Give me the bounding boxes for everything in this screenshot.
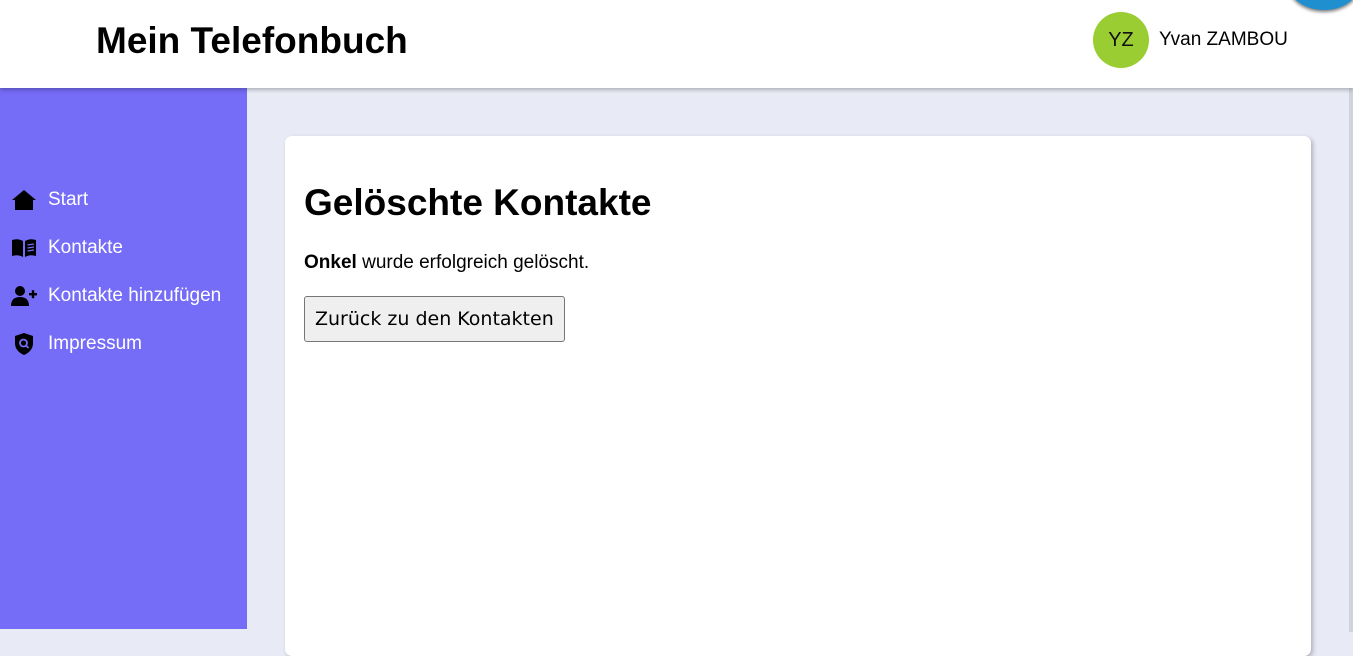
address-book-icon [11, 236, 37, 260]
content-card: Gelöschte Kontakte Onkel wurde erfolgrei… [285, 136, 1311, 656]
sidebar-item-label: Kontakte hinzufügen [48, 285, 222, 306]
user-profile[interactable]: YZ Yvan ZAMBOU [1093, 12, 1288, 68]
avatar[interactable]: YZ [1093, 12, 1149, 68]
sidebar-item-kontakte[interactable]: Kontakte [0, 224, 247, 272]
back-to-contacts-button[interactable]: Zurück zu den Kontakten [304, 296, 565, 342]
sidebar-item-impressum[interactable]: Impressum [0, 320, 247, 368]
home-icon [11, 188, 37, 212]
app-title: Mein Telefonbuch [96, 20, 408, 61]
sidebar-item-kontakte-hinzufuegen[interactable]: Kontakte hinzufügen [0, 272, 247, 320]
deletion-message-text: wurde erfolgreich gelöscht. [356, 252, 590, 273]
sidebar-item-label: Impressum [48, 333, 142, 354]
sidebar-item-label: Start [48, 189, 89, 210]
sidebar: Start Kontakte Kontakte hinzufügen Impre… [0, 88, 247, 629]
sidebar-item-start[interactable]: Start [0, 176, 247, 224]
corner-decoration [1289, 0, 1353, 10]
page-title: Gelöschte Kontakte [304, 182, 652, 223]
scrollbar-track[interactable] [1349, 12, 1353, 632]
sidebar-item-label: Kontakte [48, 237, 123, 258]
user-plus-icon [11, 284, 37, 308]
sidebar-nav: Start Kontakte Kontakte hinzufügen Impre… [0, 176, 247, 368]
user-name[interactable]: Yvan ZAMBOU [1159, 29, 1288, 51]
shield-search-icon [11, 332, 37, 356]
deleted-contact-name: Onkel [304, 252, 357, 273]
deletion-message: Onkel wurde erfolgreich gelöscht. [304, 252, 589, 274]
header: Mein Telefonbuch YZ Yvan ZAMBOU [0, 0, 1353, 88]
